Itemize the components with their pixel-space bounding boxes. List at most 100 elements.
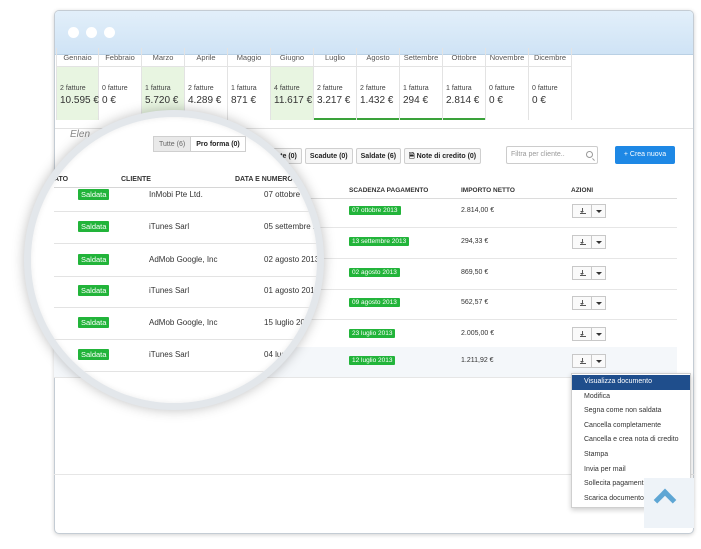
caret-down-icon <box>596 241 602 244</box>
menu-item[interactable]: Segna come non saldata <box>572 404 690 419</box>
download-icon <box>580 331 586 337</box>
due-date-badge: 02 agosto 2013 <box>349 268 400 277</box>
month-column[interactable]: Agosto 2 fatture 1.432 € <box>357 48 400 120</box>
download-button[interactable] <box>572 235 592 249</box>
month-column[interactable]: Ottobre 1 fattura 2.814 € <box>443 48 486 120</box>
actions-menu-button[interactable] <box>592 354 606 368</box>
client-name: AdMob Google, Inc <box>149 318 218 327</box>
actions-menu-button[interactable] <box>592 204 606 218</box>
month-name: Dicembre <box>529 48 571 67</box>
menu-item[interactable]: Invia per mail <box>572 463 690 478</box>
download-icon <box>580 239 586 245</box>
actions-menu-button[interactable] <box>592 327 606 341</box>
month-column[interactable]: Novembre 0 fatture 0 € <box>486 48 529 120</box>
net-amount: 869,50 € <box>461 269 489 276</box>
due-date-badge: 12 luglio 2013 <box>349 356 396 365</box>
month-column[interactable]: Giugno 4 fatture 11.617 € <box>271 48 314 120</box>
month-column[interactable]: Febbraio 0 fatture 0 € <box>99 48 142 120</box>
table-row[interactable]: Saldata InMobi Pte Ltd. 07 ottobre 2013 (#… <box>54 180 317 212</box>
month-summary: 4 fatture 11.617 € <box>271 67 313 120</box>
status-badge: Saldata <box>78 189 110 200</box>
download-icon <box>580 270 586 276</box>
client-name: iTunes Sarl <box>149 286 190 295</box>
menu-item[interactable]: Cancella e crea nota di credito <box>572 433 690 448</box>
table-row[interactable]: Saldata AdMob Google, Inc 15 luglio 2013 (… <box>54 308 317 340</box>
month-invoice-count: 0 fatture <box>489 85 515 92</box>
table-row[interactable]: Saldata iTunes Sarl 01 agosto 2013 (#13) <box>54 276 317 308</box>
download-button[interactable] <box>572 354 592 368</box>
row-actions <box>572 266 606 280</box>
tab-pro-forma[interactable]: Pro forma (0) <box>191 136 246 152</box>
month-summary: 0 fatture 0 € <box>529 67 571 120</box>
window-dot-icon[interactable] <box>86 27 97 38</box>
invoice-date: 05 settembre 2013 (#15 <box>264 222 317 231</box>
month-column[interactable]: Aprile 2 fatture 4.289 € <box>185 48 228 120</box>
client-name: iTunes Sarl <box>149 350 190 359</box>
due-date-badge: 07 ottobre 2013 <box>349 206 401 215</box>
month-invoice-count: 1 fattura <box>446 85 472 92</box>
month-column[interactable]: Dicembre 0 fatture 0 € <box>529 48 572 120</box>
month-invoice-count: 2 fatture <box>360 85 386 92</box>
menu-item[interactable]: Modifica <box>572 390 690 405</box>
month-column[interactable]: Gennaio 2 fatture 10.595 € <box>56 48 99 120</box>
window-dot-icon[interactable] <box>68 27 79 38</box>
month-amount: 1.432 € <box>360 95 394 106</box>
month-column[interactable]: Luglio 2 fatture 3.217 € <box>314 48 357 120</box>
date-text: 02 agosto 2013 <box>264 255 320 264</box>
month-name: Marzo <box>142 48 184 67</box>
month-invoice-count: 1 fattura <box>231 85 257 92</box>
month-amount: 871 € <box>231 95 257 106</box>
table-row[interactable]: Saldata iTunes Sarl 04 luglio 2013 (#11) <box>54 340 317 372</box>
download-button[interactable] <box>572 204 592 218</box>
search-input[interactable]: Filtra per cliente.. <box>506 146 598 164</box>
invoice-date: 07 ottobre 2013 (#16 <box>264 190 317 199</box>
month-name: Novembre <box>486 48 528 67</box>
invoice-date: 01 agosto 2013 (#13) <box>264 286 317 295</box>
date-text: 04 luglio 2013 <box>264 350 314 359</box>
row-actions <box>572 296 606 310</box>
invoice-date: 02 agosto 2013 (#14) <box>264 255 320 264</box>
download-icon <box>580 358 586 364</box>
month-name: Settembre <box>400 48 442 67</box>
window-dot-icon[interactable] <box>104 27 115 38</box>
status-badge: Saldata <box>78 254 110 265</box>
menu-item[interactable]: Stampa <box>572 448 690 463</box>
column-importo: IMPORTO NETTO <box>461 187 515 194</box>
month-summary: 2 fatture 10.595 € <box>57 67 99 120</box>
month-column[interactable]: Maggio 1 fattura 871 € <box>228 48 271 120</box>
month-amount: 0 € <box>532 95 546 106</box>
month-column[interactable]: Settembre 1 fattura 294 € <box>400 48 443 120</box>
client-name: AdMob Google, Inc <box>149 255 218 264</box>
filter-saldate[interactable]: Saldate (6) <box>355 148 402 164</box>
month-invoice-count: 4 fatture <box>274 85 300 92</box>
filter-note-di-credito[interactable]: 🗎 Note di credito (0) <box>404 148 482 164</box>
caret-down-icon <box>596 360 602 363</box>
table-row[interactable]: Saldata AdMob Google, Inc 02 agosto 2013 (… <box>54 245 320 277</box>
invoice-date: 04 luglio 2013 (#11) <box>264 350 317 359</box>
status-badge: Saldata <box>78 285 110 296</box>
month-amount: 3.217 € <box>317 95 351 106</box>
month-invoice-count: 2 fatture <box>317 85 343 92</box>
download-button[interactable] <box>572 266 592 280</box>
paid-indicator-bar <box>400 118 442 120</box>
date-text: 15 luglio 2013 <box>264 318 314 327</box>
chevron-up-icon <box>653 488 677 512</box>
download-button[interactable] <box>572 296 592 310</box>
download-icon <box>580 208 586 214</box>
month-name: Aprile <box>185 48 227 67</box>
create-new-button[interactable]: + Crea nuova <box>615 146 675 164</box>
scroll-top-button[interactable] <box>644 478 694 528</box>
actions-menu-button[interactable] <box>592 296 606 310</box>
table-row[interactable]: Saldata iTunes Sarl 05 settembre 2013 (#15 <box>54 212 317 244</box>
tab-tutte[interactable]: Tutte (6) <box>153 136 192 152</box>
menu-item[interactable]: Visualizza documento <box>572 375 690 390</box>
menu-item[interactable]: Cancella completamente <box>572 419 690 434</box>
actions-menu-button[interactable] <box>592 235 606 249</box>
actions-menu-button[interactable] <box>592 266 606 280</box>
month-name: Febbraio <box>99 48 141 67</box>
caret-down-icon <box>596 210 602 213</box>
download-button[interactable] <box>572 327 592 341</box>
month-invoice-count: 0 fatture <box>532 85 558 92</box>
month-amount: 5.720 € <box>145 95 179 106</box>
month-summary: 2 fatture 1.432 € <box>357 67 399 120</box>
